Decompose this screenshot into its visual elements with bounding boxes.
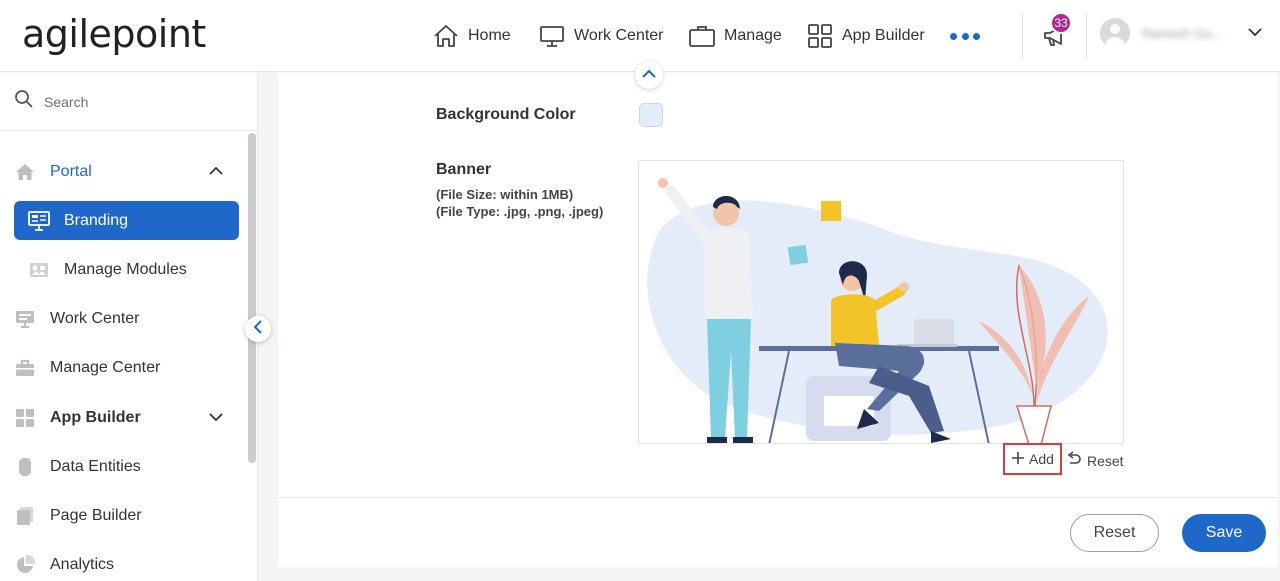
plus-icon — [1011, 451, 1025, 468]
sidebar-item-label: Portal — [50, 162, 92, 180]
sidebar-item-manage-modules[interactable]: Manage Modules — [14, 250, 239, 289]
sidebar-item-label: Manage Modules — [64, 260, 187, 278]
avatar — [1100, 18, 1130, 48]
notification-count-badge: 33 — [1050, 12, 1072, 34]
database-icon — [14, 456, 36, 478]
top-header: agilepoint Home Work Center Manage App B… — [0, 0, 1280, 72]
sidebar-item-label: Work Center — [50, 309, 140, 327]
nav-manage-label: Manage — [724, 27, 782, 44]
sidebar-item-data-entities[interactable]: Data Entities — [14, 447, 239, 486]
header-divider — [1022, 14, 1023, 58]
banner-image-preview[interactable] — [638, 160, 1124, 444]
sidebar-item-branding[interactable]: Branding — [14, 201, 239, 240]
page-icon — [14, 505, 36, 527]
home-icon — [433, 24, 459, 48]
sidebar-item-label: Analytics — [50, 555, 115, 573]
footer-divider — [278, 497, 1278, 498]
chevron-down-icon — [1248, 24, 1262, 42]
sidebar-item-label: Data Entities — [50, 457, 141, 475]
user-name: Ramesh Go... — [1142, 25, 1223, 41]
banner-label: Banner — [436, 161, 492, 178]
sidebar-item-portal[interactable]: Portal — [14, 152, 239, 191]
nav-home[interactable]: Home — [433, 0, 511, 72]
reset-button[interactable]: Reset — [1070, 514, 1159, 552]
search-input[interactable] — [44, 93, 224, 110]
sidebar-item-app-builder[interactable]: App Builder — [14, 398, 239, 437]
sidebar-item-label: Page Builder — [50, 506, 142, 524]
add-banner-label: Add — [1029, 451, 1054, 467]
banner-file-size-hint: (File Size: within 1MB) — [436, 187, 574, 202]
chevron-down-icon — [209, 409, 223, 427]
branding-icon — [28, 210, 50, 232]
agilepoint-logo[interactable]: agilepoint — [22, 12, 206, 56]
add-banner-button[interactable]: Add — [1003, 443, 1062, 475]
sidebar-scrollbar[interactable] — [248, 133, 256, 463]
scroll-up-button[interactable] — [635, 61, 663, 89]
pie-icon — [14, 554, 36, 576]
nav-manage[interactable]: Manage — [689, 0, 782, 72]
sidebar-item-analytics[interactable]: Analytics — [14, 545, 239, 581]
chevron-up-icon — [642, 66, 656, 84]
grid-icon — [807, 24, 833, 48]
briefcase-icon — [14, 357, 36, 379]
save-button[interactable]: Save — [1182, 514, 1266, 552]
sidebar-item-label: App Builder — [50, 408, 141, 426]
sidebar-item-label: Branding — [64, 211, 129, 229]
briefcase-icon — [689, 24, 715, 48]
nav-work-center-label: Work Center — [574, 27, 664, 44]
nav-app-builder-label: App Builder — [842, 27, 925, 44]
sidebar-item-work-center[interactable]: Work Center — [14, 299, 239, 338]
branding-panel: Background Color Banner (File Size: with… — [278, 61, 1278, 567]
monitor-icon — [539, 24, 565, 48]
background-color-swatch[interactable] — [639, 103, 663, 127]
home-icon — [14, 161, 36, 183]
banner-file-type-hint: (File Type: .jpg, .png, .jpeg) — [436, 204, 604, 219]
sidebar: Portal Branding Manage Modules Work Cent… — [0, 73, 258, 581]
collapse-sidebar-button[interactable] — [245, 316, 271, 342]
notifications-button[interactable]: 33 — [1038, 12, 1078, 54]
more-dots-icon[interactable] — [950, 26, 980, 46]
undo-icon — [1066, 451, 1082, 470]
monitor-icon — [14, 308, 36, 330]
background-color-label: Background Color — [436, 106, 576, 123]
user-menu[interactable]: Ramesh Go... — [1100, 18, 1262, 48]
chevron-left-icon — [253, 319, 263, 339]
sidebar-item-manage-center[interactable]: Manage Center — [14, 348, 239, 387]
grid-icon — [14, 407, 36, 429]
chevron-up-icon — [209, 163, 223, 181]
header-divider — [1086, 14, 1087, 58]
sidebar-item-page-builder[interactable]: Page Builder — [14, 496, 239, 535]
sidebar-search — [0, 73, 258, 131]
banner-illustration — [647, 178, 1108, 443]
search-icon — [14, 89, 34, 114]
sidebar-item-label: Manage Center — [50, 358, 161, 376]
nav-home-label: Home — [468, 27, 511, 44]
nav-app-builder[interactable]: App Builder — [807, 0, 925, 72]
modules-icon — [28, 259, 50, 281]
reset-banner-button[interactable]: Reset — [1066, 451, 1124, 470]
reset-banner-label: Reset — [1087, 452, 1124, 469]
